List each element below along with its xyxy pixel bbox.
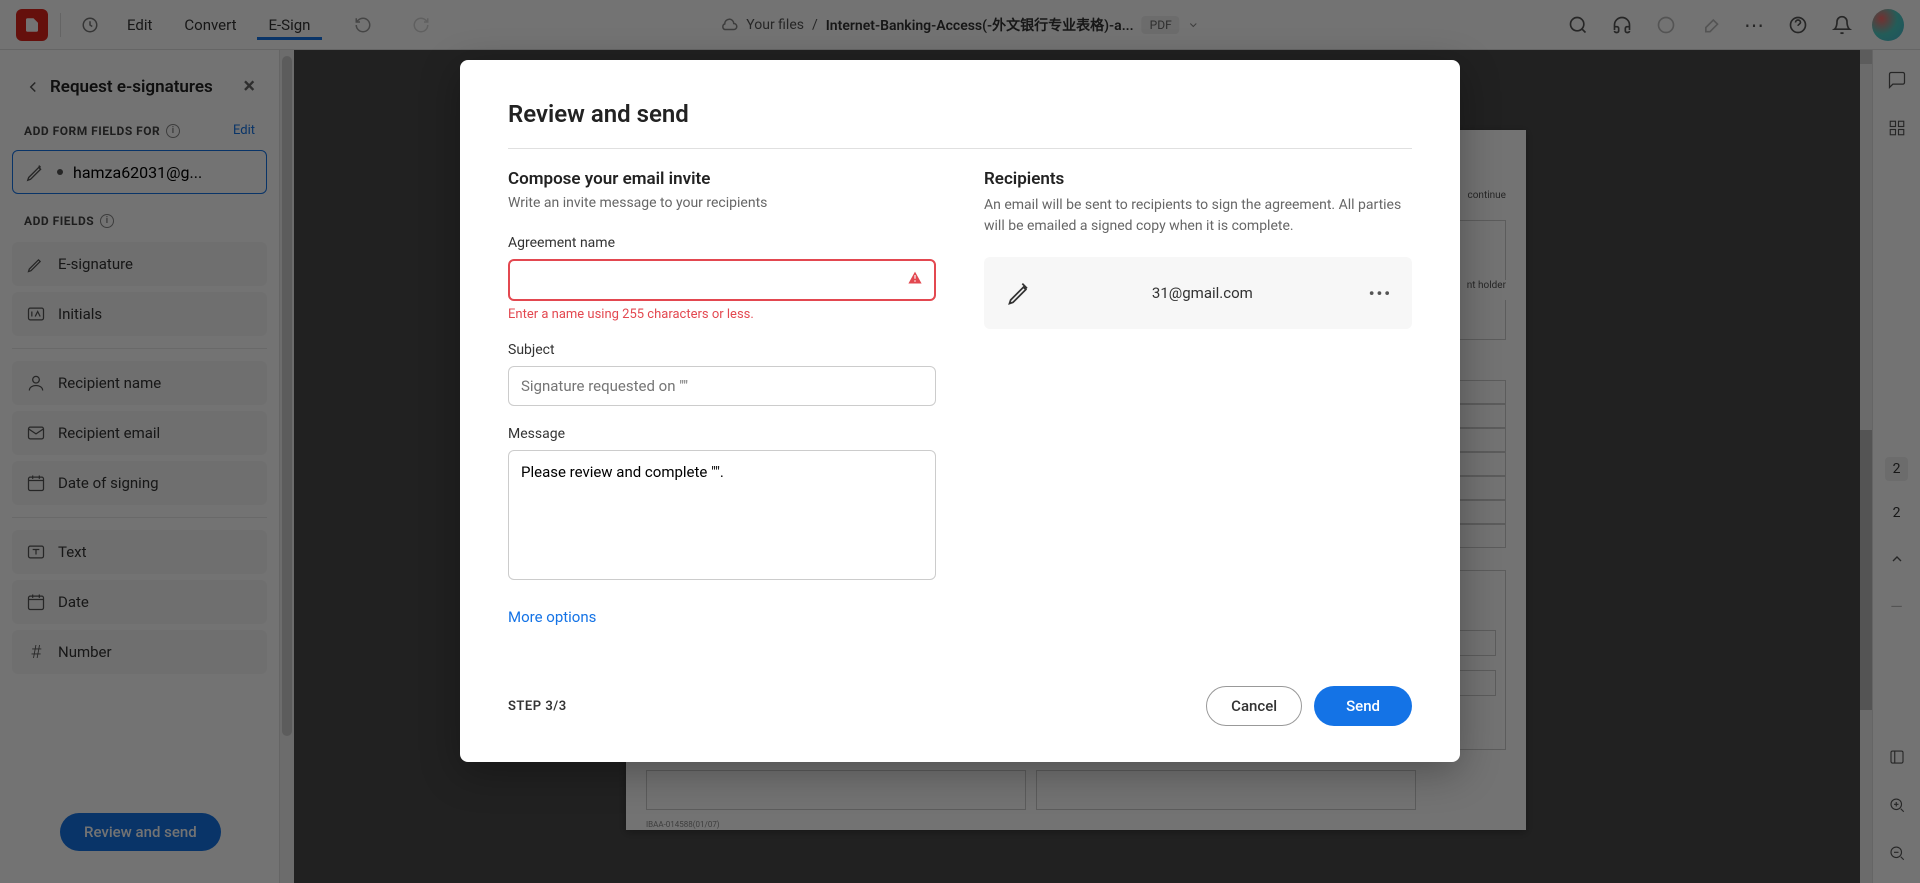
compose-section: Compose your email invite Write an invit… [508, 169, 936, 626]
agreement-name-input[interactable] [508, 259, 936, 301]
recipient-row: 31@gmail.com ••• [984, 257, 1412, 329]
agreement-name-error: Enter a name using 255 characters or les… [508, 307, 936, 322]
modal-footer: STEP 3/3 Cancel Send [508, 686, 1412, 726]
alert-icon [906, 269, 924, 291]
recipients-section: Recipients An email will be sent to reci… [984, 169, 1412, 626]
recipients-heading: Recipients [984, 169, 1412, 189]
message-label: Message [508, 426, 936, 442]
recipients-sub: An email will be sent to recipients to s… [984, 195, 1412, 237]
subject-input[interactable] [508, 366, 936, 406]
cancel-button[interactable]: Cancel [1206, 686, 1302, 726]
compose-heading: Compose your email invite [508, 169, 936, 189]
more-options-link[interactable]: More options [508, 608, 936, 626]
review-send-modal: Review and send Compose your email invit… [460, 60, 1460, 762]
message-textarea[interactable] [508, 450, 936, 580]
recipient-more-icon[interactable]: ••• [1369, 284, 1392, 303]
modal-title: Review and send [508, 100, 1412, 149]
recipient-email: 31@gmail.com [1052, 284, 1353, 302]
subject-label: Subject [508, 342, 936, 358]
agreement-name-label: Agreement name [508, 235, 936, 251]
modal-overlay: Review and send Compose your email invit… [0, 0, 1920, 883]
compose-sub: Write an invite message to your recipien… [508, 195, 936, 211]
step-indicator: STEP 3/3 [508, 699, 567, 714]
send-button[interactable]: Send [1314, 686, 1412, 726]
pen-icon [1004, 277, 1036, 309]
